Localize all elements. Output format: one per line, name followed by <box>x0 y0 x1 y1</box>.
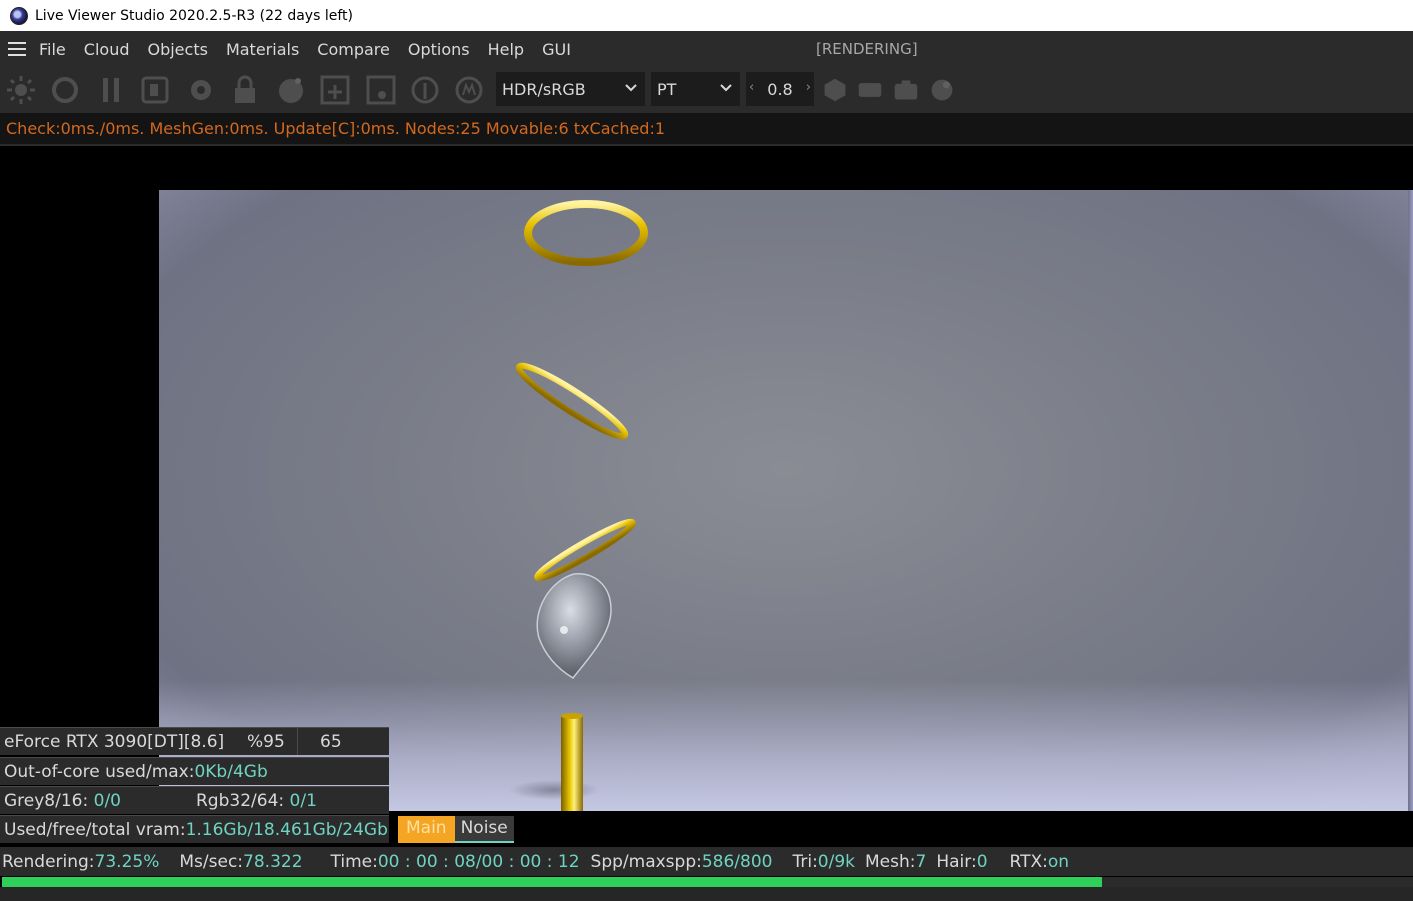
hair-label: Hair: <box>936 851 977 872</box>
gpu-info-row: eForce RTX 3090[DT][8.6] %95 65 <box>0 727 389 755</box>
tab-noise[interactable]: Noise <box>454 816 514 843</box>
chevron-right-icon[interactable]: › <box>806 80 811 95</box>
grey-value: 0/0 <box>93 790 121 811</box>
refresh-icon[interactable] <box>50 75 80 105</box>
gold-ring-3 <box>534 518 636 582</box>
vram-value: 1.16Gb/18.461Gb/24Gb <box>185 819 388 840</box>
render-viewport[interactable] <box>159 190 1413 811</box>
sun-icon[interactable] <box>6 75 36 105</box>
gold-ring-2 <box>515 362 629 440</box>
gold-pillar <box>561 715 583 811</box>
gold-ring-1 <box>524 200 648 266</box>
menu-options[interactable]: Options <box>408 40 470 59</box>
hamburger-menu-icon[interactable] <box>8 42 26 56</box>
render-progress-bar <box>2 877 1413 887</box>
gpu-usage: %95 <box>238 728 298 755</box>
vram-label: Used/free/total vram: <box>4 819 186 840</box>
viewport-edge <box>1408 190 1413 811</box>
glass-drop <box>536 573 612 679</box>
camera-icon[interactable] <box>892 77 920 103</box>
vram-row: Used/free/total vram: 1.16Gb/18.461Gb/24… <box>0 815 389 843</box>
render-image <box>509 200 648 811</box>
app-logo-icon <box>10 6 28 25</box>
window-title: Live Viewer Studio 2020.2.5-R3 (22 days … <box>35 7 353 24</box>
color-space-select[interactable]: HDR/sRGB <box>496 72 645 106</box>
menu-objects[interactable]: Objects <box>147 40 207 59</box>
menu-materials[interactable]: Materials <box>226 40 299 59</box>
lock-icon[interactable] <box>230 75 260 105</box>
time-value: 00 : 00 : 08/00 : 00 : 12 <box>377 851 580 872</box>
chevron-left-icon[interactable]: ‹ <box>749 80 754 95</box>
bottom-strip <box>0 887 1413 901</box>
spp-label: Spp/maxspp: <box>590 851 702 872</box>
kernel-value: PT <box>657 79 677 99</box>
hexagon-icon[interactable] <box>822 77 848 103</box>
grey-label: Grey8/16: <box>4 790 94 811</box>
region-icon[interactable] <box>140 75 170 105</box>
spp-value: 586/800 <box>701 851 773 872</box>
settings-icon[interactable] <box>186 75 216 105</box>
rtx-value: on <box>1047 851 1070 872</box>
title-bar: Live Viewer Studio 2020.2.5-R3 (22 days … <box>0 0 1413 31</box>
rgb-value: 0/1 <box>289 790 317 811</box>
tri-label: Tri: <box>792 851 818 872</box>
view-tabs: Main Noise <box>398 816 514 843</box>
ms-value: 78.322 <box>243 851 303 872</box>
material-icon[interactable] <box>454 75 484 105</box>
gpu-temp: 65 <box>320 731 342 752</box>
rgb-label: Rgb32/64: <box>196 790 290 811</box>
outofcore-row: Out-of-core used/max: 0Kb/4Gb <box>0 757 389 785</box>
debug-stats-text: Check:0ms./0ms. MeshGen:0ms. Update[C]:0… <box>6 119 666 138</box>
render-status-label: [RENDERING] <box>816 40 918 58</box>
focus-icon[interactable] <box>366 75 396 105</box>
pillar-shadow <box>509 780 599 800</box>
film-icon[interactable] <box>856 77 884 103</box>
gpu-name: eForce RTX 3090[DT][8.6] <box>4 731 225 752</box>
kernel-select[interactable]: PT <box>651 72 740 106</box>
debug-stats-bar: Check:0ms./0ms. MeshGen:0ms. Update[C]:0… <box>0 113 1413 144</box>
pause-icon[interactable] <box>96 75 126 105</box>
tri-value: 0/9k <box>817 851 856 872</box>
time-label: Time: <box>330 851 378 872</box>
rtx-label: RTX: <box>1009 851 1048 872</box>
sphere-icon[interactable] <box>276 75 306 105</box>
tab-main[interactable]: Main <box>398 816 455 843</box>
texture-info-row: Grey8/16: 0/0 Rgb32/64: 0/1 <box>0 786 389 814</box>
menu-compare[interactable]: Compare <box>317 40 390 59</box>
chevron-down-icon <box>720 84 732 92</box>
menu-bar: File Cloud Objects Materials Compare Opt… <box>0 31 1413 67</box>
value-stepper[interactable]: ‹ 0.8 › <box>746 72 814 106</box>
outofcore-value: 0Kb/4Gb <box>194 761 268 782</box>
rendering-label: Rendering: <box>2 851 95 872</box>
stepper-value: 0.8 <box>767 79 793 99</box>
status-bar: Rendering: 73.25% Ms/sec: 78.322 Time: 0… <box>0 847 1413 876</box>
menu-cloud[interactable]: Cloud <box>84 40 130 59</box>
mesh-label: Mesh: <box>865 851 916 872</box>
toolbar: HDR/sRGB PT ‹ 0.8 › <box>0 67 1413 113</box>
divider <box>0 144 1413 146</box>
menu-help[interactable]: Help <box>488 40 524 59</box>
render-progress-fill <box>2 877 1102 887</box>
menu-gui[interactable]: GUI <box>542 40 571 59</box>
chevron-down-icon <box>625 84 637 92</box>
color-space-value: HDR/sRGB <box>502 79 586 99</box>
mesh-value: 7 <box>915 851 927 872</box>
add-icon[interactable] <box>320 75 350 105</box>
outofcore-label: Out-of-core used/max: <box>4 761 195 782</box>
ms-label: Ms/sec: <box>179 851 244 872</box>
hair-value: 0 <box>976 851 988 872</box>
shading-icon[interactable] <box>928 77 956 103</box>
rendering-value: 73.25% <box>94 851 160 872</box>
menu-file[interactable]: File <box>39 40 66 59</box>
pick-icon[interactable] <box>410 75 440 105</box>
